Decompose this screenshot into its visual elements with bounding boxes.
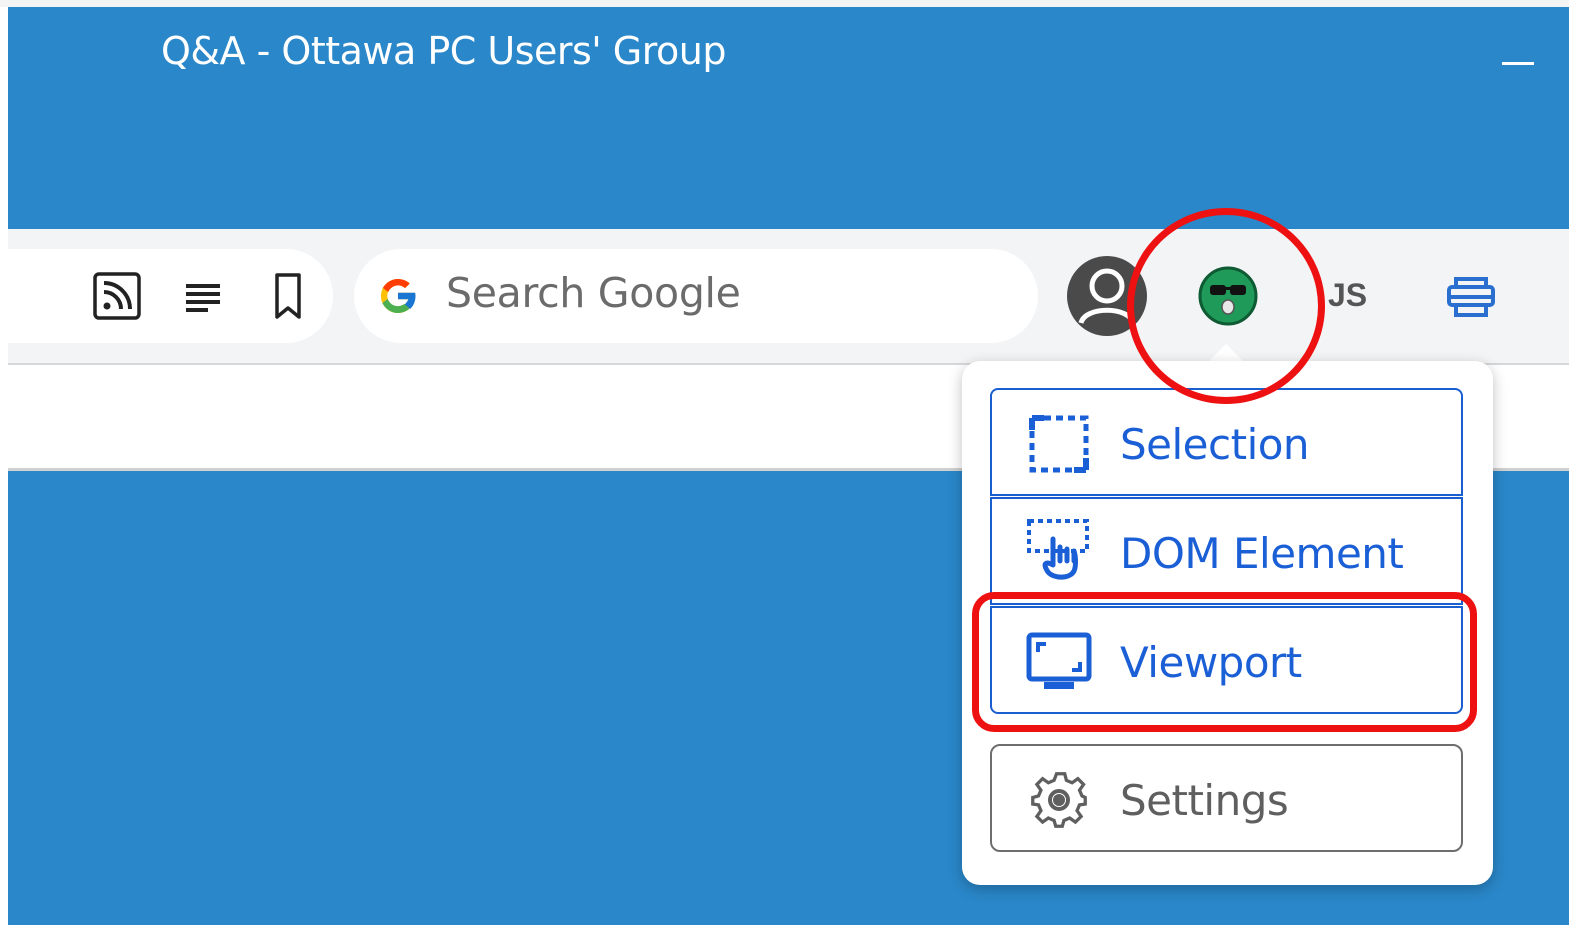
toolbar-button-group <box>8 249 333 343</box>
left-edge <box>0 7 8 925</box>
menu-item-settings[interactable]: Settings <box>990 744 1463 852</box>
js-extension-button[interactable]: JS <box>1328 277 1367 314</box>
print-button[interactable] <box>1444 273 1498 321</box>
selection-icon <box>1029 415 1089 473</box>
minimize-button[interactable] <box>1500 37 1540 77</box>
minimize-icon <box>1502 62 1534 65</box>
feed-button[interactable] <box>90 269 144 323</box>
print-icon <box>1447 277 1495 317</box>
window-title: Q&A - Ottawa PC Users' Group <box>161 29 727 73</box>
feed-icon <box>93 272 141 320</box>
menu-item-label: Settings <box>1120 776 1289 825</box>
reader-mode-icon <box>186 284 220 312</box>
menu-item-dom-element[interactable]: DOM Element <box>990 497 1463 605</box>
browser-toolbar: Search Google JS <box>8 229 1569 363</box>
title-bar: Q&A - Ottawa PC Users' Group <box>8 7 1569 229</box>
menu-item-label: DOM Element <box>1120 529 1404 578</box>
dom-element-icon <box>1027 519 1089 580</box>
search-placeholder: Search Google <box>446 269 741 317</box>
highlight-circle-annotation <box>1127 208 1325 404</box>
top-edge <box>0 0 1569 7</box>
highlight-box-annotation <box>972 592 1477 732</box>
menu-item-selection[interactable]: Selection <box>990 388 1463 496</box>
menu-item-label: Selection <box>1120 420 1310 469</box>
bookmark-icon <box>275 273 301 319</box>
google-logo-icon <box>380 278 416 314</box>
browser-window: Q&A - Ottawa PC Users' Group Search Goog… <box>0 0 1569 925</box>
reader-mode-button[interactable] <box>176 271 230 325</box>
search-input[interactable]: Search Google <box>354 249 1038 343</box>
gear-icon <box>1031 772 1087 828</box>
bookmark-button[interactable] <box>261 269 315 323</box>
